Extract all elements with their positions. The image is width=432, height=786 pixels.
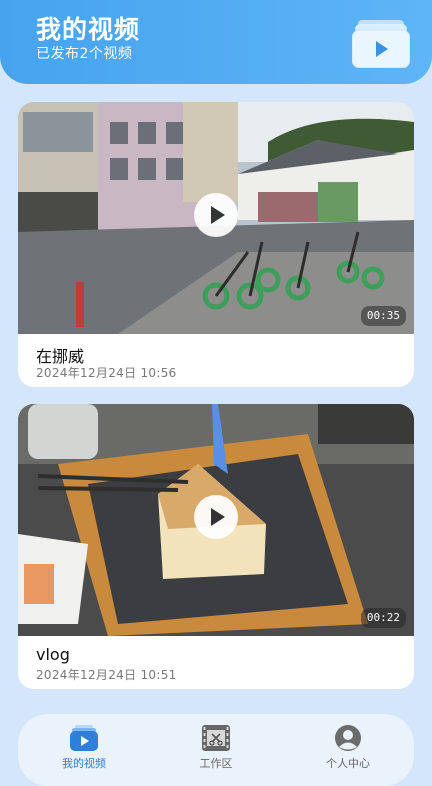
- tab-label: 个人中心: [326, 757, 370, 770]
- video-thumbnail[interactable]: 00:35: [18, 102, 414, 334]
- video-icon: [70, 725, 98, 751]
- play-button[interactable]: [194, 193, 238, 237]
- video-duration: 00:35: [360, 306, 406, 326]
- video-thumbnail[interactable]: 00:22: [18, 404, 414, 636]
- user-icon: [335, 725, 361, 751]
- film-edit-icon: [202, 725, 230, 751]
- tab-workspace[interactable]: 工作区: [150, 714, 282, 774]
- video-date: 2024年12月24日 10:56: [36, 366, 177, 380]
- video-card[interactable]: 00:22 vlog 2024年12月24日 10:51: [18, 404, 414, 689]
- tab-my-videos[interactable]: 我的视频: [18, 714, 150, 774]
- video-date: 2024年12月24日 10:51: [36, 668, 177, 682]
- page-header: 我的视频 已发布2个视频: [0, 0, 432, 84]
- video-folder-icon[interactable]: [352, 18, 410, 68]
- video-card[interactable]: 00:35 在挪威 2024年12月24日 10:56: [18, 102, 414, 387]
- page-title: 我的视频: [36, 15, 141, 44]
- video-count: 已发布2个视频: [36, 46, 133, 62]
- tab-profile[interactable]: 个人中心: [282, 714, 414, 774]
- bottom-tab-bar: 我的视频 工作区 个人中心: [18, 714, 414, 786]
- tab-label: 我的视频: [62, 757, 106, 770]
- tab-label: 工作区: [199, 757, 233, 770]
- play-button[interactable]: [194, 495, 238, 539]
- video-title: vlog: [36, 645, 70, 664]
- video-duration: 00:22: [360, 608, 406, 628]
